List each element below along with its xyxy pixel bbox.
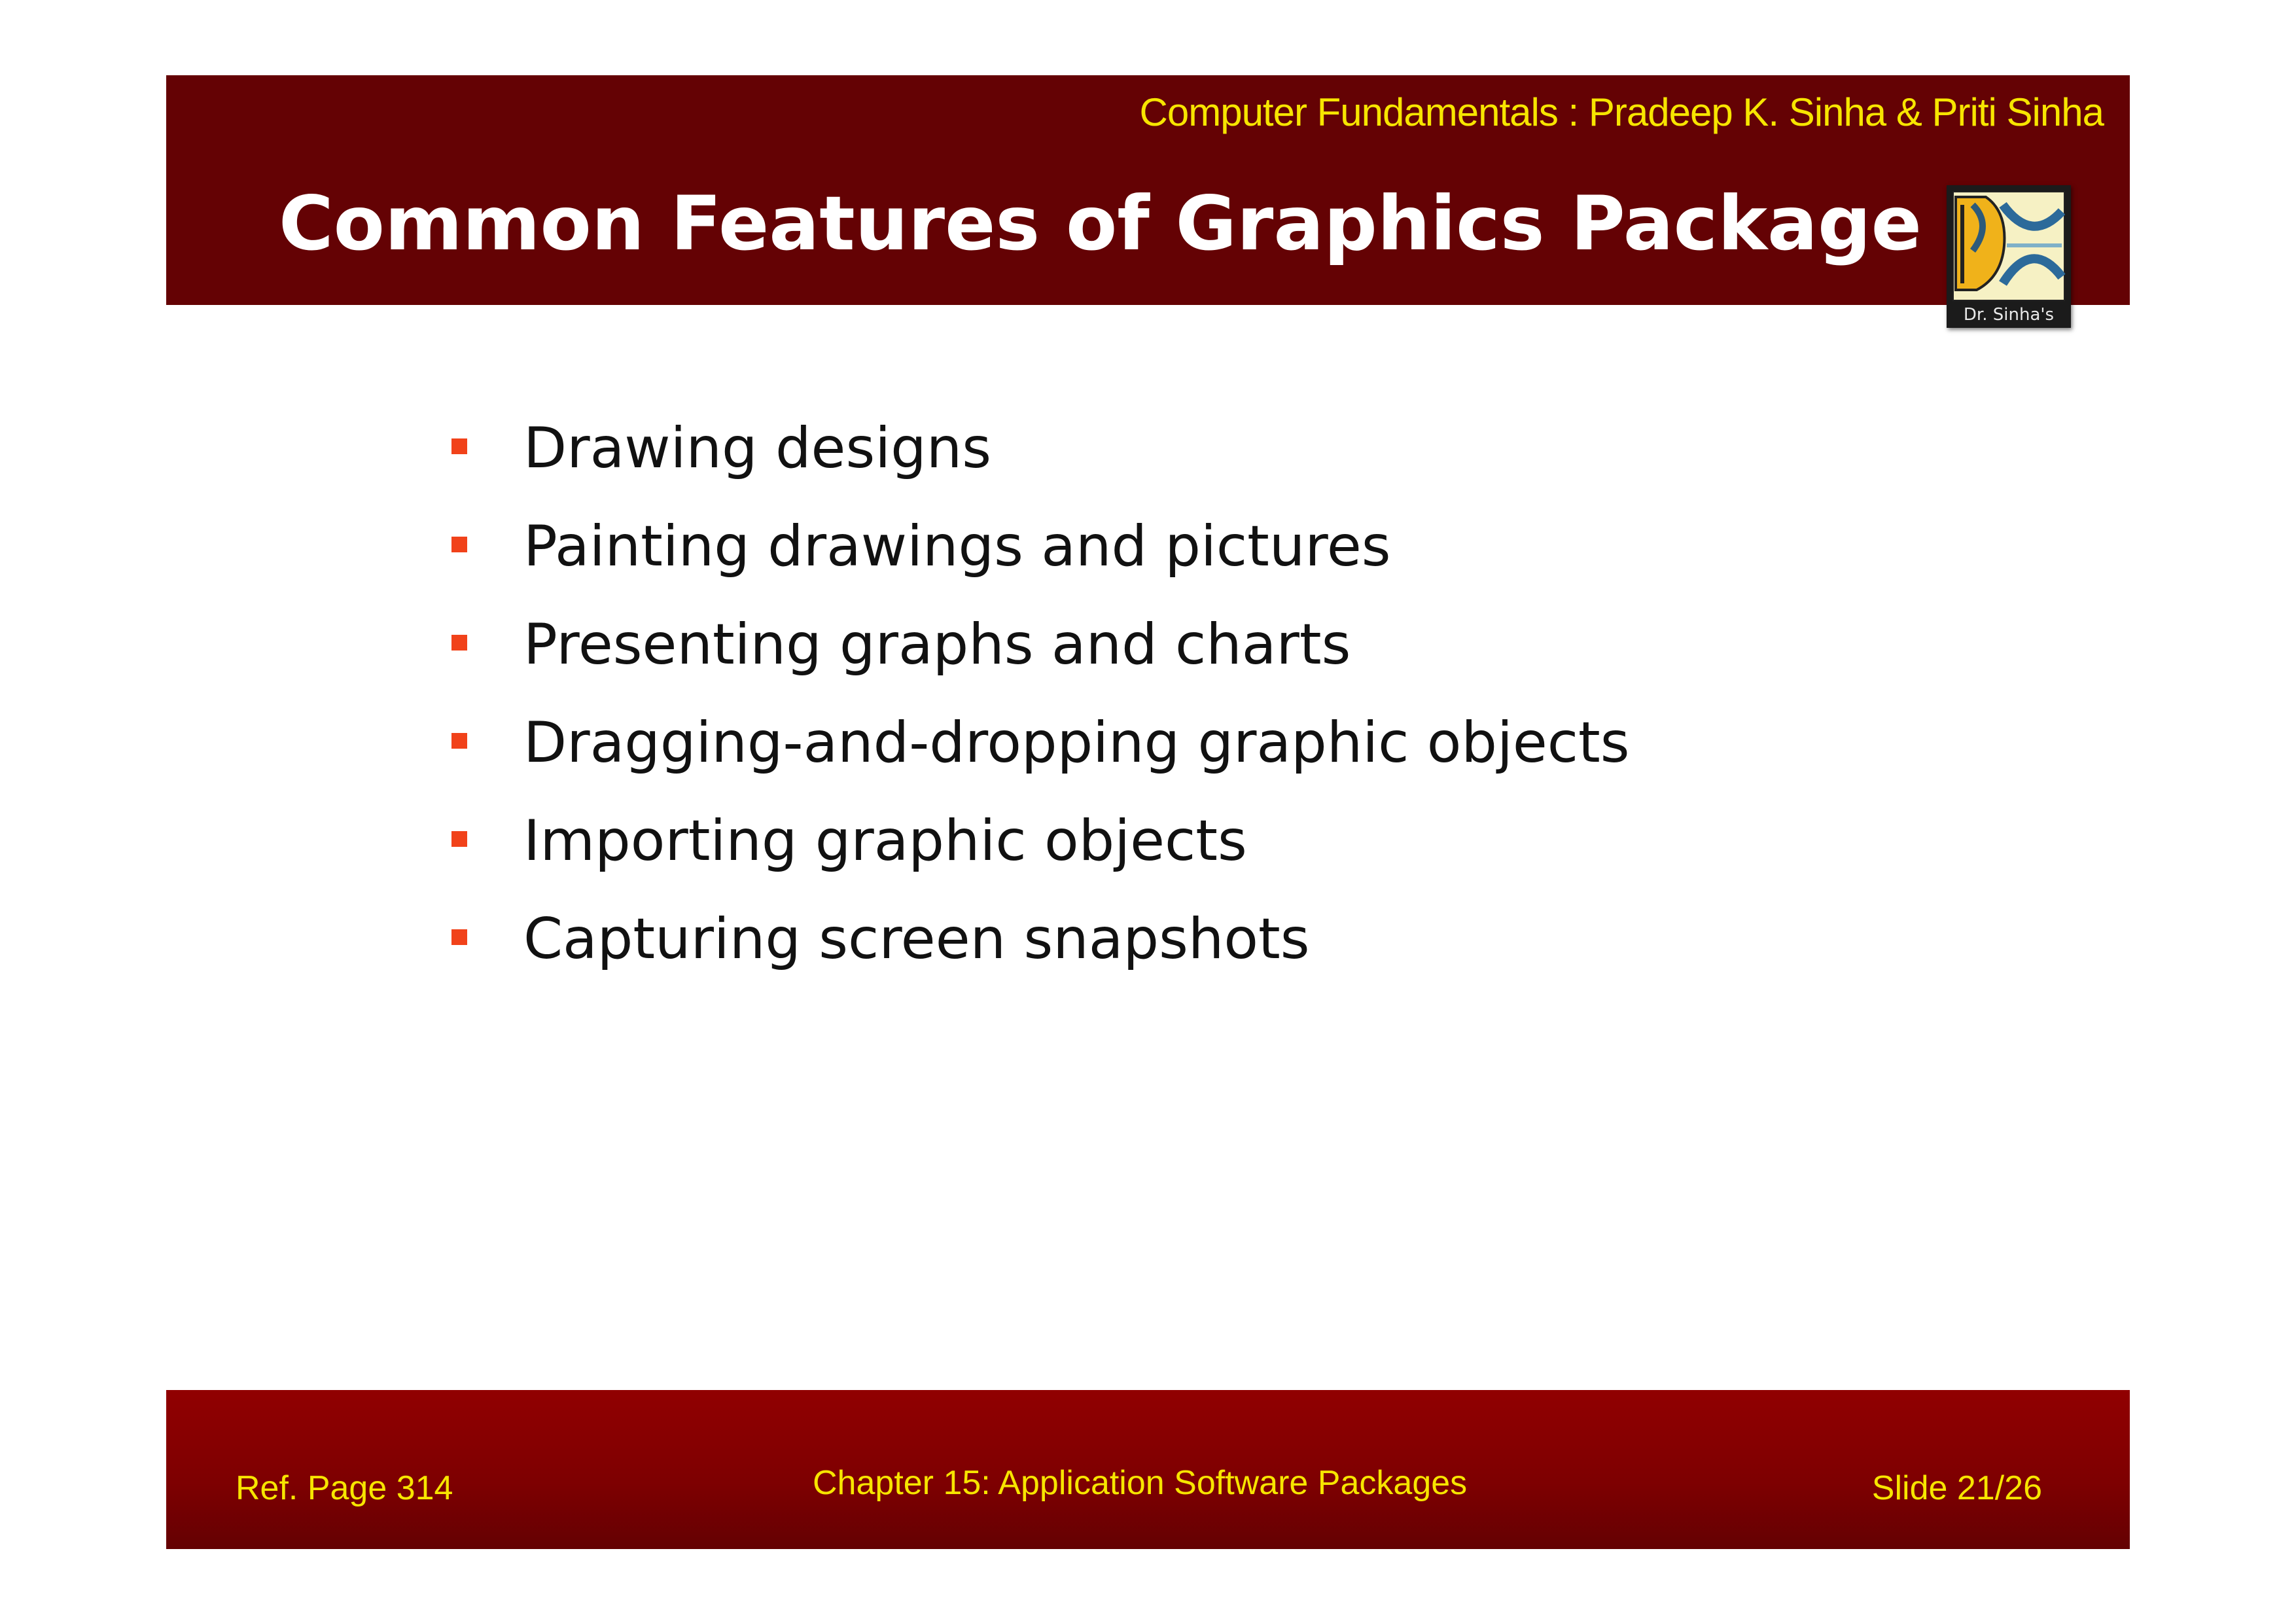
list-item-label: Painting drawings and pictures xyxy=(523,514,1391,579)
list-item: Presenting graphs and charts xyxy=(451,602,1630,700)
chapter-title: Chapter 15: Application Software Package… xyxy=(813,1464,1468,1502)
list-item: Dragging-and-dropping graphic objects xyxy=(451,700,1630,798)
list-item: Drawing designs xyxy=(451,406,1630,504)
logo-label: Dr. Sinha's xyxy=(1964,305,2054,325)
dr-sinhas-logo: Dr. Sinha's xyxy=(1947,185,2071,328)
footer-bar: Ref. Page 314 Chapter 15: Application So… xyxy=(166,1390,2130,1549)
slide-number: Slide 21/26 xyxy=(1871,1469,2042,1507)
list-item: Painting drawings and pictures xyxy=(451,504,1630,602)
list-item-label: Presenting graphs and charts xyxy=(523,612,1351,677)
feature-list: Drawing designs Painting drawings and pi… xyxy=(451,406,1630,995)
bullet-square-icon xyxy=(451,438,467,454)
bullet-square-icon xyxy=(451,831,467,847)
bullet-square-icon xyxy=(451,635,467,651)
header-bar: Computer Fundamentals : Pradeep K. Sinha… xyxy=(166,75,2130,305)
list-item-label: Drawing designs xyxy=(523,416,992,481)
slide-title: Common Features of Graphics Package xyxy=(279,180,1922,267)
bullet-square-icon xyxy=(451,733,467,749)
book-credit: Computer Fundamentals : Pradeep K. Sinha… xyxy=(1139,90,2104,134)
ref-page: Ref. Page 314 xyxy=(236,1469,453,1507)
bullet-square-icon xyxy=(451,537,467,552)
bullet-square-icon xyxy=(451,929,467,945)
dr-sinhas-logo-graphic: Dr. Sinha's xyxy=(1947,185,2071,328)
list-item-label: Capturing screen snapshots xyxy=(523,906,1310,972)
list-item: Importing graphic objects xyxy=(451,798,1630,897)
list-item-label: Dragging-and-dropping graphic objects xyxy=(523,710,1630,776)
list-item: Capturing screen snapshots xyxy=(451,897,1630,995)
list-item-label: Importing graphic objects xyxy=(523,808,1247,874)
